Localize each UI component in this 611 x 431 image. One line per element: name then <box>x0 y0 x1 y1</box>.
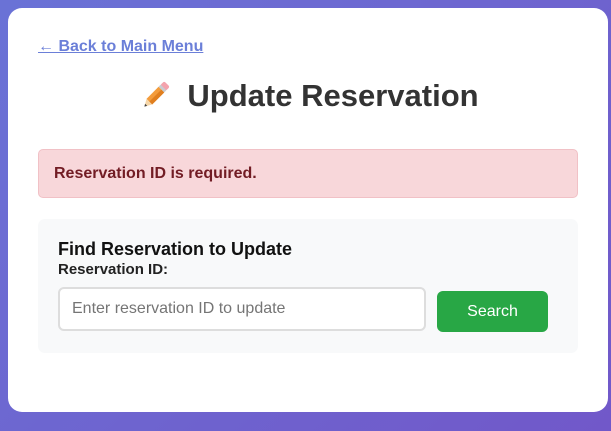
back-to-main-menu-link[interactable]: ← Back to Main Menu <box>38 38 203 56</box>
find-reservation-panel: Find Reservation to Update Reservation I… <box>38 219 578 353</box>
error-alert: Reservation ID is required. <box>38 149 578 198</box>
error-message: Reservation ID is required. <box>54 164 257 182</box>
page-title: Update Reservation <box>187 78 479 113</box>
reservation-id-input[interactable] <box>58 287 426 331</box>
pencil-icon <box>137 78 173 114</box>
page-header: Update Reservation <box>8 78 608 114</box>
reservation-id-label: Reservation ID: <box>58 261 169 278</box>
update-reservation-card: ← Back to Main Menu Update Reservation R… <box>8 8 608 412</box>
search-button[interactable]: Search <box>437 291 548 332</box>
find-reservation-heading: Find Reservation to Update <box>58 239 293 259</box>
